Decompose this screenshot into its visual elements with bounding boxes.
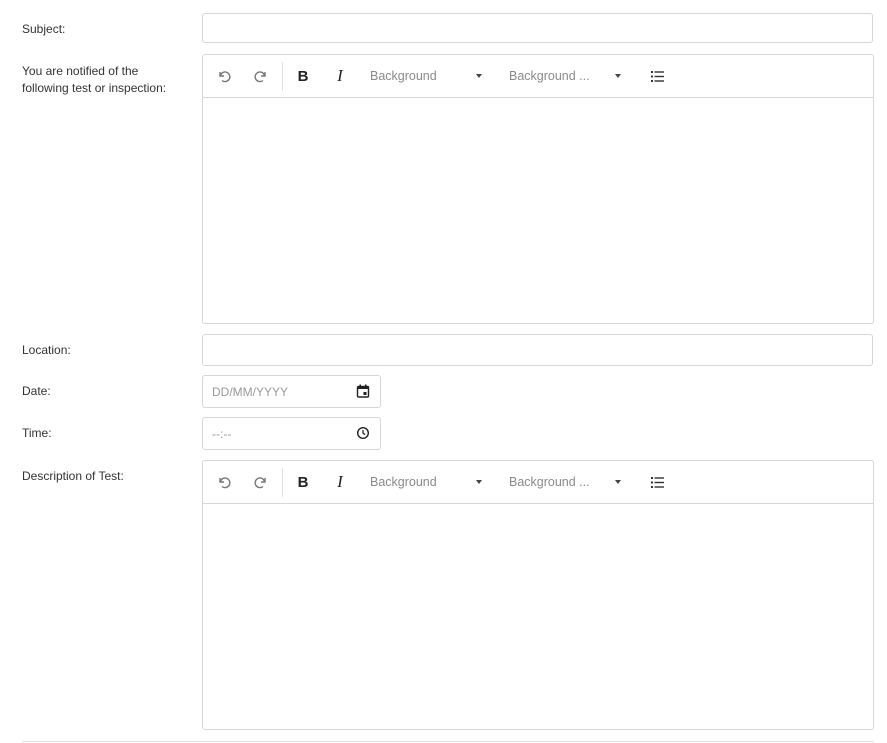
chevron-down-icon (476, 480, 482, 484)
time-label: Time: (22, 426, 52, 440)
chevron-down-icon (476, 74, 482, 78)
background-dropdown-1[interactable]: Background (370, 55, 486, 97)
time-input[interactable]: --:-- (202, 417, 381, 450)
italic-button[interactable]: I (330, 55, 350, 97)
chevron-down-icon (615, 480, 621, 484)
undo-button[interactable] (213, 461, 235, 503)
background-dropdown-1-label: Background (370, 475, 437, 489)
toolbar-separator (282, 62, 283, 91)
subject-input[interactable] (202, 13, 873, 43)
subject-label: Subject: (22, 22, 66, 36)
undo-button[interactable] (213, 55, 235, 97)
location-input[interactable] (202, 334, 873, 366)
date-label: Date: (22, 384, 51, 398)
date-placeholder: DD/MM/YYYY (212, 385, 289, 399)
background-dropdown-2[interactable]: Background ... (509, 461, 625, 503)
bullet-list-button[interactable] (648, 461, 666, 503)
time-placeholder: --:-- (212, 427, 232, 441)
chevron-down-icon (615, 74, 621, 78)
undo-icon (219, 477, 231, 489)
redo-icon (254, 71, 266, 83)
notified-label-line2: following test or inspection: (22, 81, 167, 95)
notified-label-line1: You are notified of the (22, 64, 139, 78)
redo-button[interactable] (250, 461, 272, 503)
bold-button[interactable]: B (293, 461, 313, 503)
background-dropdown-2[interactable]: Background ... (509, 55, 625, 97)
bullet-list-button[interactable] (648, 55, 666, 97)
description-label: Description of Test: (22, 469, 124, 483)
description-editor: B I Background Background ... (202, 460, 874, 730)
bullet-list-icon (650, 476, 664, 488)
editor-content-area[interactable] (203, 504, 873, 730)
toolbar-separator (282, 468, 283, 497)
divider (22, 741, 874, 742)
bullet-list-icon (650, 70, 664, 82)
background-dropdown-1[interactable]: Background (370, 461, 486, 503)
editor-toolbar: B I Background Background ... (203, 55, 873, 98)
date-input[interactable]: DD/MM/YYYY (202, 375, 381, 408)
location-label: Location: (22, 343, 71, 357)
editor-toolbar: B I Background Background ... (203, 461, 873, 504)
redo-button[interactable] (250, 55, 272, 97)
italic-button[interactable]: I (330, 461, 350, 503)
background-dropdown-2-label: Background ... (509, 475, 590, 489)
notified-label: You are notified of the following test o… (22, 63, 187, 97)
redo-icon (254, 477, 266, 489)
background-dropdown-2-label: Background ... (509, 69, 590, 83)
clock-icon[interactable] (356, 426, 370, 440)
notified-editor: B I Background Background ... (202, 54, 874, 324)
editor-content-area[interactable] (203, 98, 873, 324)
bold-button[interactable]: B (293, 55, 313, 97)
calendar-icon[interactable] (356, 384, 370, 398)
undo-icon (219, 71, 231, 83)
background-dropdown-1-label: Background (370, 69, 437, 83)
